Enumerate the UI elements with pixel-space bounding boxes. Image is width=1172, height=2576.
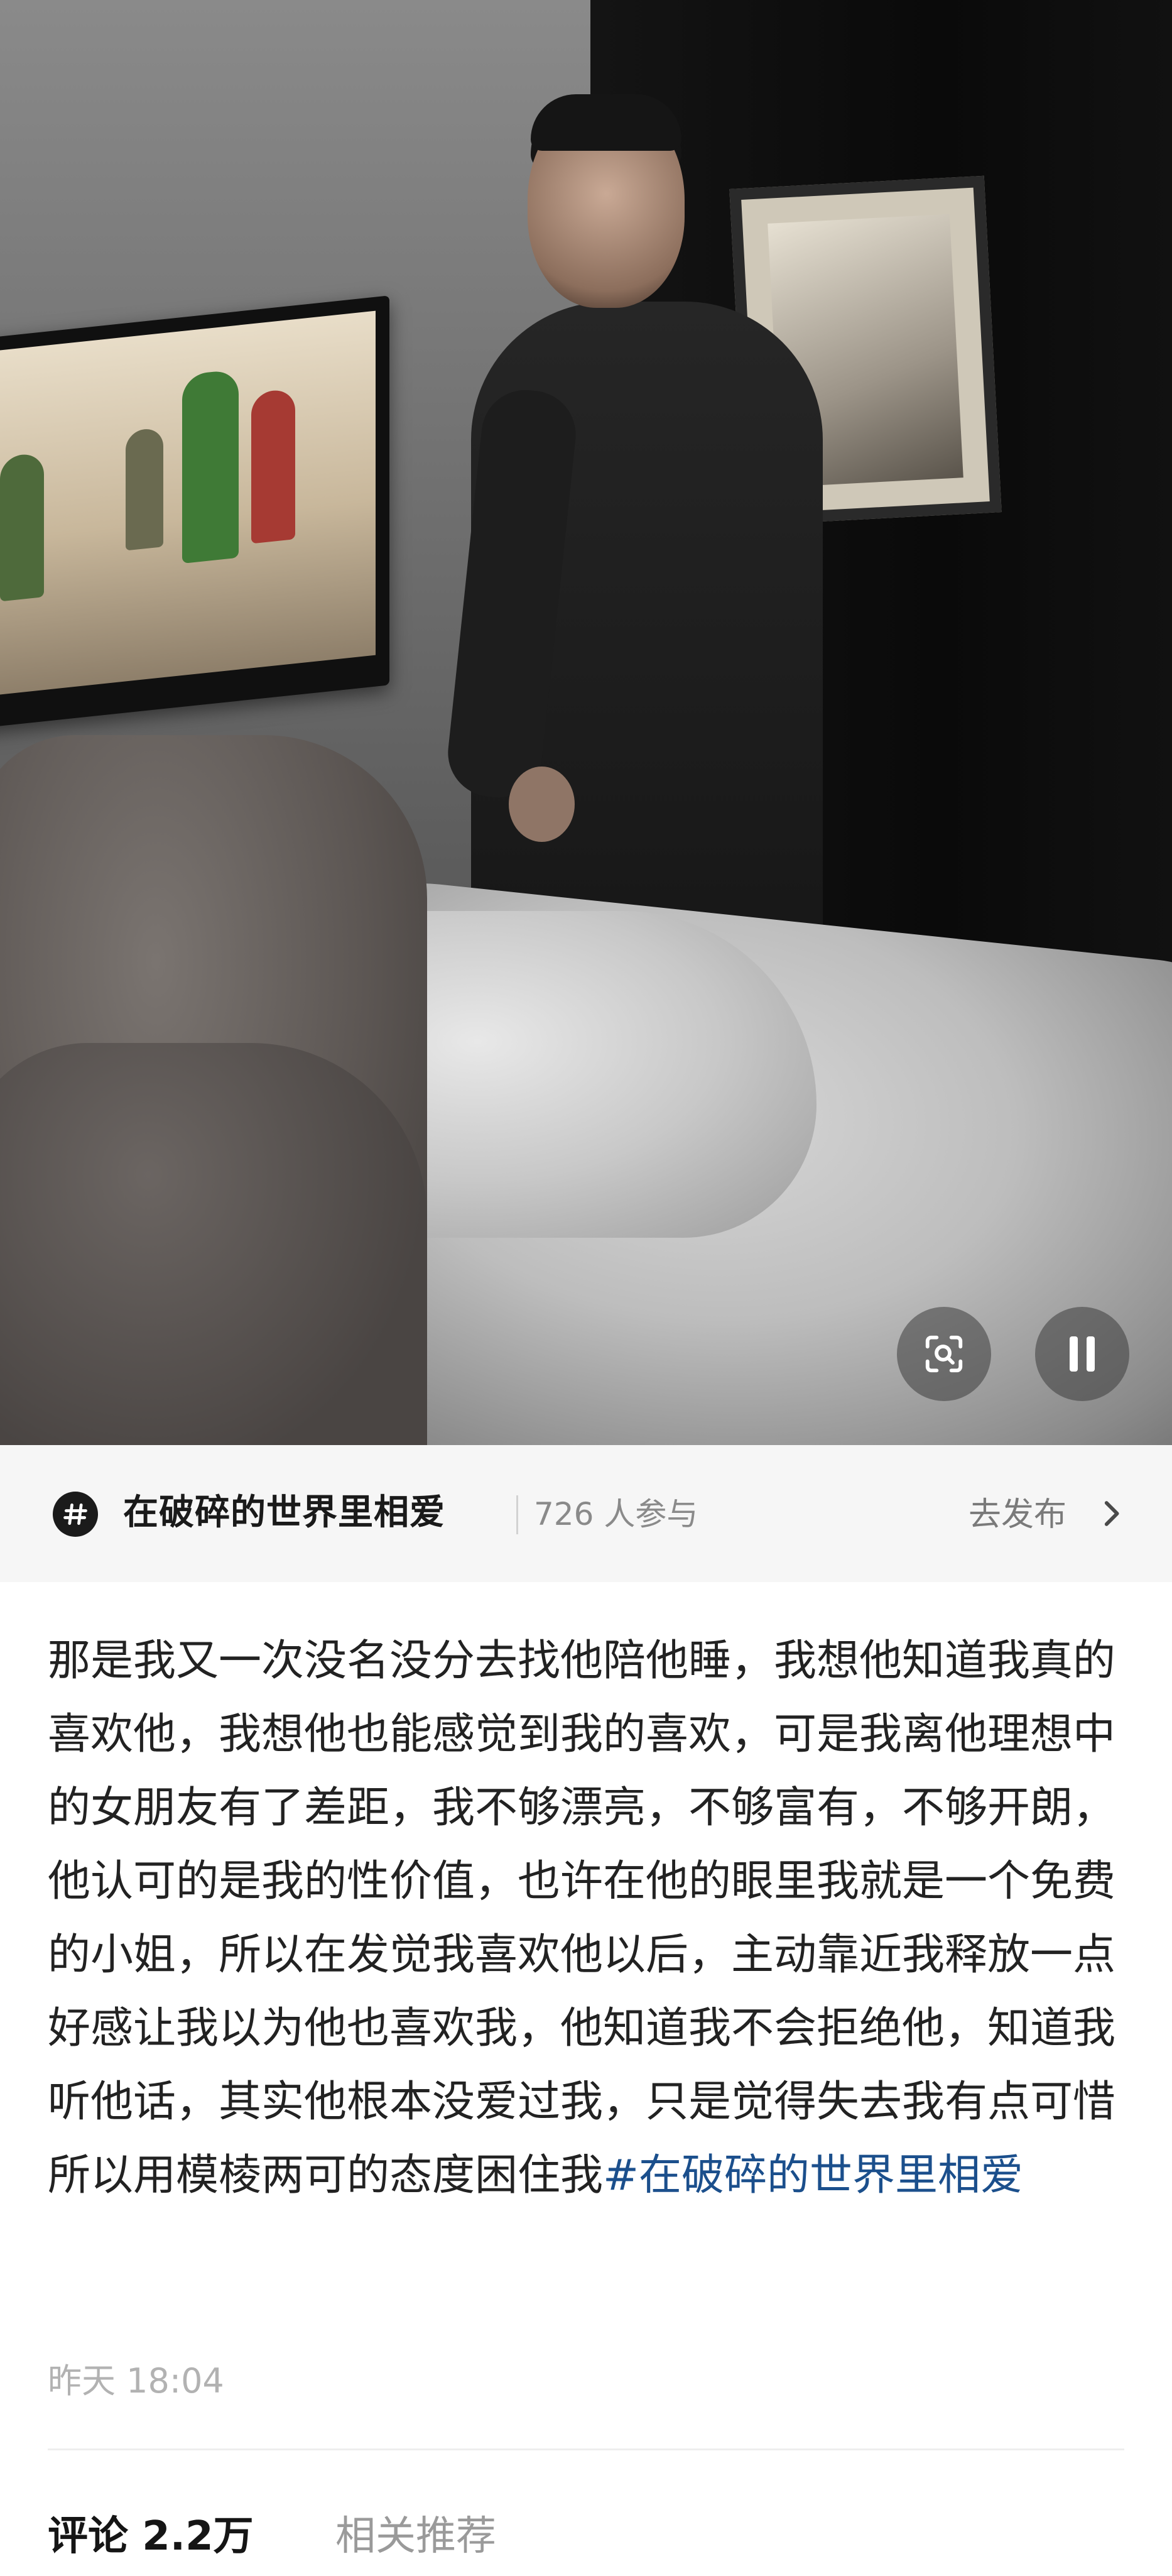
couch-arm — [0, 1043, 427, 1445]
post-hashtag-link[interactable]: #在破碎的世界里相爱 — [603, 2151, 1023, 2200]
chevron-right-icon[interactable] — [1093, 1495, 1129, 1532]
topic-bar[interactable]: 在破碎的世界里相爱 726 人参与 去发布 — [0, 1445, 1172, 1582]
tab-related[interactable]: 相关推荐 — [335, 2504, 496, 2562]
post-body-text: 那是我又一次没名没分去找他陪他睡，我想他知道我真的喜欢他，我想他也能感觉到我的喜… — [48, 1636, 1116, 2200]
topic-post-button[interactable]: 去发布 — [969, 1488, 1066, 1535]
topic-participant-count: 726 人参与 — [534, 1496, 698, 1532]
tv-screen — [0, 310, 376, 696]
scan-image-icon — [925, 1335, 963, 1373]
pause-button[interactable] — [1035, 1307, 1129, 1401]
topic-divider — [516, 1495, 518, 1534]
post-timestamp: 昨天 18:04 — [48, 2361, 224, 2401]
tv-set — [0, 295, 389, 729]
topic-title[interactable]: 在破碎的世界里相爱 — [123, 1484, 445, 1535]
person-hand — [509, 767, 575, 842]
pause-icon — [1065, 1336, 1099, 1372]
scan-button[interactable] — [897, 1307, 991, 1401]
divider — [48, 2448, 1124, 2450]
person-hair-top — [531, 94, 681, 151]
video-player[interactable] — [0, 0, 1172, 1445]
hashtag-icon — [53, 1492, 98, 1537]
post-text: 那是我又一次没名没分去找他陪他睡，我想他知道我真的喜欢他，我想他也能感觉到我的喜… — [48, 1624, 1122, 2212]
tab-comments[interactable]: 评论 2.2万 — [48, 2504, 254, 2562]
